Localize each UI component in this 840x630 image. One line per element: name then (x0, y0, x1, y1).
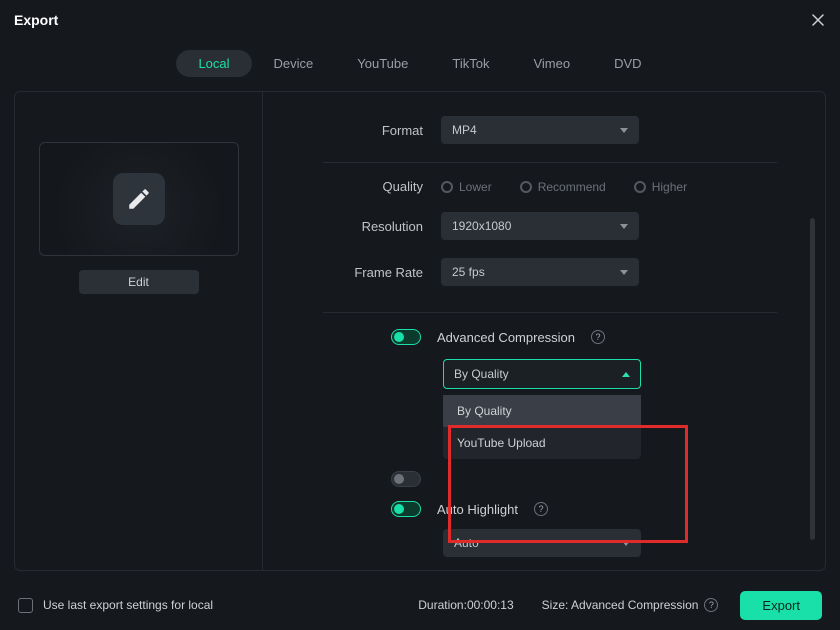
chevron-up-icon (622, 372, 630, 377)
auto-highlight-value: Auto (454, 536, 479, 550)
size-readout: Size: Advanced Compression ? (542, 598, 719, 612)
quality-higher[interactable]: Higher (634, 180, 687, 194)
chevron-down-icon (622, 541, 630, 546)
resolution-select[interactable]: 1920x1080 (441, 212, 639, 240)
scrollbar[interactable] (810, 218, 815, 540)
pencil-icon (113, 173, 165, 225)
tab-device[interactable]: Device (252, 50, 336, 77)
chevron-down-icon (620, 224, 628, 229)
preview-thumbnail (39, 142, 239, 256)
advanced-compression-toggle[interactable] (391, 329, 421, 345)
help-icon[interactable]: ? (591, 330, 605, 344)
auto-highlight-label: Auto Highlight (437, 502, 518, 517)
use-last-settings-checkbox[interactable] (18, 598, 33, 613)
chevron-down-icon (620, 270, 628, 275)
tab-local[interactable]: Local (176, 50, 251, 77)
format-value: MP4 (452, 123, 477, 137)
export-button[interactable]: Export (740, 591, 822, 620)
use-last-settings-label: Use last export settings for local (43, 598, 213, 612)
close-icon[interactable] (810, 12, 826, 28)
tab-youtube[interactable]: YouTube (335, 50, 430, 77)
quality-lower[interactable]: Lower (441, 180, 492, 194)
auto-highlight-select[interactable]: Auto (443, 529, 641, 557)
help-icon[interactable]: ? (534, 502, 548, 516)
framerate-label: Frame Rate (263, 265, 441, 280)
auto-highlight-toggle[interactable] (391, 501, 421, 517)
framerate-select[interactable]: 25 fps (441, 258, 639, 286)
duration-readout: Duration:00:00:13 (418, 598, 513, 612)
tab-vimeo[interactable]: Vimeo (511, 50, 592, 77)
chevron-down-icon (620, 128, 628, 133)
format-label: Format (263, 123, 441, 138)
secondary-toggle[interactable] (391, 471, 421, 487)
compression-mode-option-quality[interactable]: By Quality (443, 395, 641, 427)
compression-mode-option-youtube[interactable]: YouTube Upload (443, 427, 641, 459)
resolution-value: 1920x1080 (452, 219, 511, 233)
format-select[interactable]: MP4 (441, 116, 639, 144)
export-tabs: Local Device YouTube TikTok Vimeo DVD (0, 50, 840, 77)
window-title: Export (14, 12, 58, 28)
help-icon[interactable]: ? (704, 598, 718, 612)
advanced-compression-label: Advanced Compression (437, 330, 575, 345)
compression-mode-select[interactable]: By Quality (443, 359, 641, 389)
framerate-value: 25 fps (452, 265, 485, 279)
resolution-label: Resolution (263, 219, 441, 234)
quality-label: Quality (263, 179, 441, 194)
tab-tiktok[interactable]: TikTok (430, 50, 511, 77)
compression-mode-dropdown: By Quality YouTube Upload (443, 395, 641, 459)
quality-recommend[interactable]: Recommend (520, 180, 606, 194)
tab-dvd[interactable]: DVD (592, 50, 663, 77)
edit-button[interactable]: Edit (79, 270, 199, 294)
compression-mode-value: By Quality (454, 367, 509, 381)
